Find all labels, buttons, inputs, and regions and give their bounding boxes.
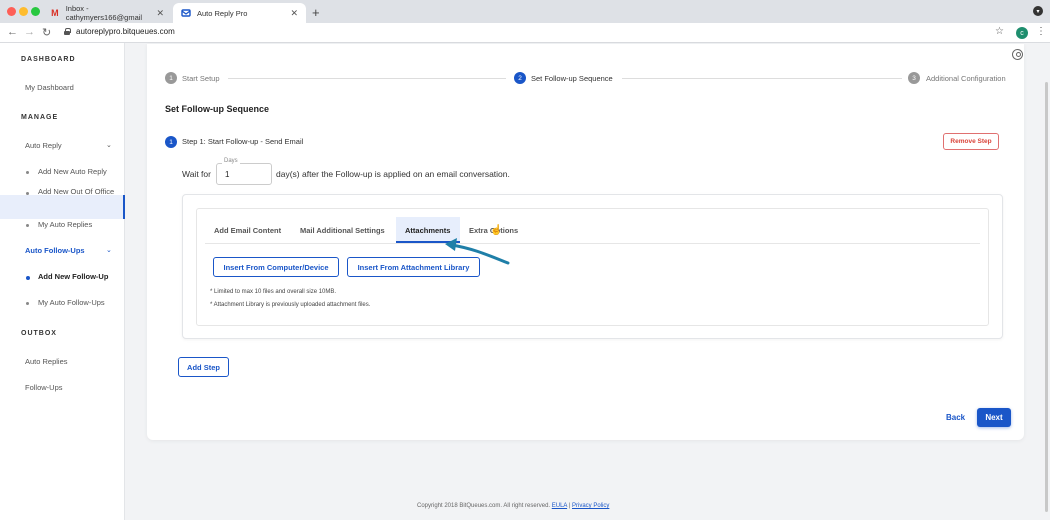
wait-for-label: Wait for bbox=[182, 169, 211, 179]
bullet-icon bbox=[26, 276, 30, 280]
step-2-circle: 2 bbox=[514, 72, 526, 84]
tabs-divider bbox=[205, 243, 980, 244]
step-1-circle: 1 bbox=[165, 72, 177, 84]
sidebar-item-auto-reply[interactable]: Auto Reply bbox=[25, 141, 62, 150]
tab-attachments[interactable]: Attachments bbox=[405, 226, 450, 235]
back-arrow-icon[interactable]: ← bbox=[7, 26, 18, 38]
followup-step-title: Step 1: Start Follow-up - Send Email bbox=[182, 137, 304, 146]
close-window-button[interactable] bbox=[7, 7, 16, 16]
step-3-label: Additional Configuration bbox=[926, 74, 1006, 83]
browser-menu-icon[interactable]: ⋮ bbox=[1036, 26, 1046, 37]
tab-mail-additional-settings[interactable]: Mail Additional Settings bbox=[300, 226, 385, 235]
maximize-window-button[interactable] bbox=[31, 7, 40, 16]
chevron-down-icon[interactable]: ⌄ bbox=[106, 246, 112, 254]
bullet-icon bbox=[26, 171, 29, 174]
after-text: day(s) after the Follow-up is applied on… bbox=[276, 169, 510, 179]
close-tab-icon[interactable]: ✕ bbox=[156, 8, 164, 19]
bullet-icon bbox=[26, 302, 29, 305]
browser-tab-bar: M Inbox - cathymyers166@gmail ✕ Auto Rep… bbox=[0, 0, 1050, 23]
step-3-circle: 3 bbox=[908, 72, 920, 84]
footer: Copyright 2018 BitQueues.com. All right … bbox=[417, 503, 609, 509]
bullet-icon bbox=[26, 192, 29, 195]
sidebar-active-highlight bbox=[0, 195, 125, 219]
section-dashboard: DASHBOARD bbox=[21, 56, 76, 63]
section-outbox: OUTBOX bbox=[21, 330, 57, 337]
page-title: Set Follow-up Sequence bbox=[165, 104, 270, 114]
privacy-policy-link[interactable]: Privacy Policy bbox=[572, 503, 609, 509]
gmail-icon: M bbox=[51, 8, 59, 18]
section-manage: MANAGE bbox=[21, 114, 59, 121]
sidebar-item-my-auto-replies[interactable]: My Auto Replies bbox=[38, 219, 118, 231]
address-bar: ← → ↻ autoreplypro.bitqueues.com ☆ c ⋮ bbox=[0, 23, 1050, 43]
scrollbar[interactable] bbox=[1045, 82, 1048, 512]
sidebar-item-add-new-out-of-office[interactable]: Add New Out Of Office bbox=[38, 186, 118, 198]
forward-arrow-icon[interactable]: → bbox=[24, 26, 35, 38]
step-connector bbox=[228, 78, 506, 79]
step-1-label: Start Setup bbox=[182, 74, 220, 83]
sidebar-item-add-new-follow-up[interactable]: Add New Follow-Up bbox=[38, 271, 118, 283]
days-field-label: Days bbox=[222, 158, 240, 164]
url-text: autoreplypro.bitqueues.com bbox=[76, 27, 175, 36]
minimize-window-button[interactable] bbox=[19, 7, 28, 16]
sidebar-item-auto-replies[interactable]: Auto Replies bbox=[25, 357, 68, 366]
reload-icon[interactable]: ↻ bbox=[42, 26, 51, 39]
user-account-icon[interactable] bbox=[1012, 49, 1023, 60]
step-connector bbox=[622, 78, 902, 79]
close-tab-icon[interactable]: ✕ bbox=[290, 8, 298, 19]
tab-search-icon[interactable]: ▾ bbox=[1033, 6, 1043, 16]
tab-title: Inbox - cathymyers166@gmail bbox=[65, 4, 143, 22]
chevron-down-icon[interactable]: ⌄ bbox=[106, 141, 112, 149]
bullet-icon bbox=[26, 224, 29, 227]
days-input[interactable]: 1 bbox=[216, 163, 272, 185]
back-button[interactable]: Back bbox=[946, 413, 965, 422]
tab-add-email-content[interactable]: Add Email Content bbox=[214, 226, 281, 235]
insert-from-computer-button[interactable]: Insert From Computer/Device bbox=[213, 257, 339, 277]
attachment-limit-note: * Limited to max 10 files and overall si… bbox=[210, 289, 337, 295]
add-step-button[interactable]: Add Step bbox=[178, 357, 229, 377]
eula-link[interactable]: EULA bbox=[552, 503, 567, 509]
next-button[interactable]: Next bbox=[977, 408, 1011, 427]
copyright-text: Copyright 2018 BitQueues.com. All right … bbox=[417, 503, 551, 509]
sidebar-item-follow-ups[interactable]: Follow-Ups bbox=[25, 383, 63, 392]
step-2-label: Set Follow-up Sequence bbox=[531, 74, 613, 83]
app-icon bbox=[181, 8, 191, 18]
sidebar-item-auto-follow-ups[interactable]: Auto Follow-Ups bbox=[25, 246, 85, 255]
lock-icon bbox=[64, 28, 71, 35]
new-tab-icon[interactable]: + bbox=[312, 5, 320, 20]
url-field[interactable]: autoreplypro.bitqueues.com bbox=[64, 27, 175, 36]
sidebar-item-my-dashboard[interactable]: My Dashboard bbox=[25, 83, 74, 92]
remove-step-button[interactable]: Remove Step bbox=[943, 133, 999, 150]
tab-title: Auto Reply Pro bbox=[197, 8, 248, 18]
sidebar-item-add-new-auto-reply[interactable]: Add New Auto Reply bbox=[38, 166, 118, 178]
browser-tab-gmail[interactable]: M Inbox - cathymyers166@gmail ✕ bbox=[42, 3, 172, 23]
bookmark-star-icon[interactable]: ☆ bbox=[995, 26, 1004, 37]
mouse-cursor-icon: ☝ bbox=[490, 225, 503, 236]
footer-separator: | bbox=[568, 503, 571, 509]
browser-tab-auto-reply-pro[interactable]: Auto Reply Pro ✕ bbox=[173, 3, 306, 23]
sidebar-item-my-auto-follow-ups[interactable]: My Auto Follow-Ups bbox=[38, 297, 118, 309]
annotation-arrow-icon bbox=[445, 238, 510, 265]
attachment-library-note: * Attachment Library is previously uploa… bbox=[210, 302, 371, 308]
profile-avatar[interactable]: c bbox=[1016, 27, 1028, 39]
followup-step-number: 1 bbox=[165, 136, 177, 148]
